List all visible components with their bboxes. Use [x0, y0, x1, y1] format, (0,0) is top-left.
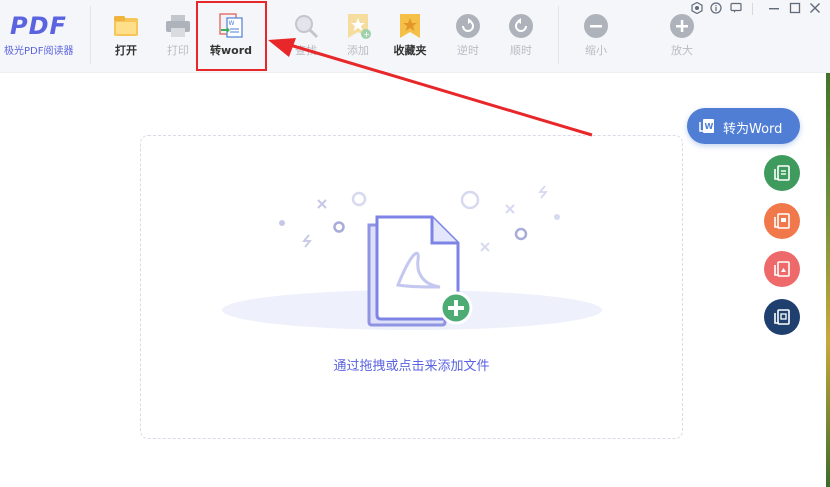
zoom-in-label: 放大	[671, 44, 693, 57]
drop-illustration	[222, 185, 602, 330]
window-control-divider	[752, 3, 753, 15]
feedback-icon[interactable]	[729, 2, 743, 16]
zoom-in-button[interactable]: 放大	[657, 8, 707, 64]
pdf-convert-icon	[774, 309, 790, 325]
ppt-convert-icon	[774, 213, 790, 229]
convert-to-word-button[interactable]: W 转为Word	[687, 108, 800, 144]
settings-icon[interactable]	[690, 1, 704, 16]
convert-to-ppt-button[interactable]	[764, 203, 800, 239]
logo-text: PDF	[10, 12, 67, 40]
info-icon[interactable]	[709, 2, 723, 16]
convert-to-excel-button[interactable]	[764, 155, 800, 191]
app-logo: PDF 极光PDF阅读器	[0, 4, 88, 64]
minimize-icon[interactable]	[767, 2, 781, 16]
excel-convert-icon	[774, 165, 790, 181]
toolbar-divider	[90, 6, 91, 64]
convert-to-word-label: 转为Word	[723, 122, 783, 137]
open-label: 打开	[115, 44, 137, 57]
maximize-icon[interactable]	[788, 2, 802, 16]
open-button[interactable]: 打开	[101, 8, 151, 64]
zoom-in-icon	[670, 14, 694, 38]
annotation-arrow	[268, 38, 593, 137]
convert-to-other-button[interactable]	[764, 299, 800, 335]
close-icon[interactable]	[808, 2, 822, 16]
drop-hint: 通过拖拽或点击来添加文件	[333, 359, 490, 374]
folder-icon	[114, 16, 138, 36]
svg-text:W: W	[705, 122, 714, 131]
word-convert-icon: W	[699, 119, 714, 133]
highlight-box-annotation	[196, 1, 267, 71]
convert-to-image-button[interactable]	[764, 251, 800, 287]
logo-subtitle: 极光PDF阅读器	[4, 46, 74, 57]
image-convert-icon	[774, 261, 790, 277]
desktop-background-strip	[826, 0, 830, 487]
printer-icon	[166, 15, 190, 37]
